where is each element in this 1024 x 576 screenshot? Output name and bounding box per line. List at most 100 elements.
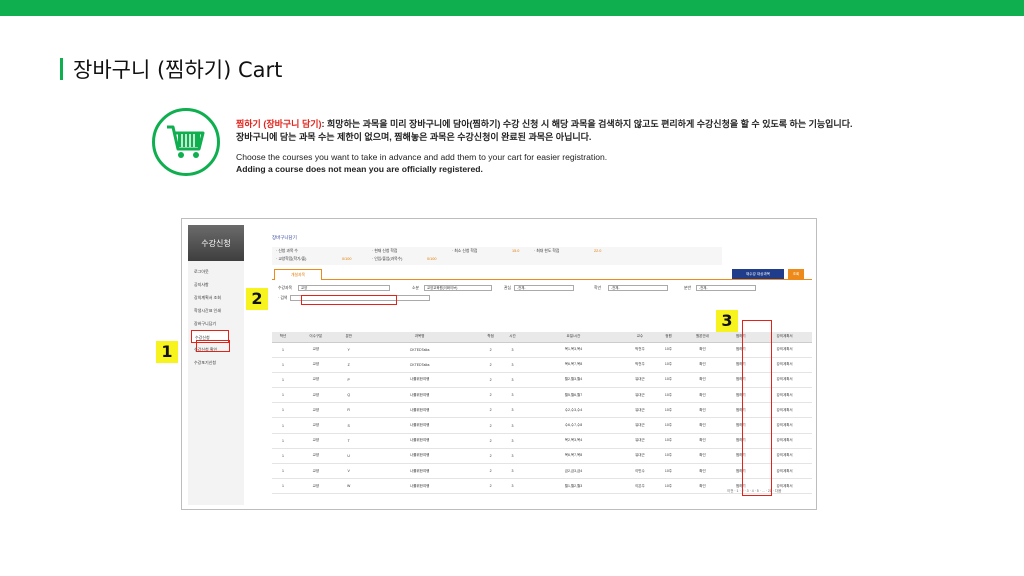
cell-course-name: 나를위한여행 [359, 372, 480, 389]
cell-grade: 1 [272, 448, 294, 465]
col-grade: 학년 [272, 332, 294, 343]
cell-guide-link[interactable]: 확인 [680, 387, 725, 404]
sidebar-item-timetable[interactable]: 학생시간표 인쇄 [188, 304, 244, 317]
cell-capacity: 10주 [656, 433, 681, 449]
description-english: Choose the courses you want to take in a… [236, 151, 996, 175]
cell-credit: 2 [479, 478, 502, 495]
cell-course-name: 나를위한여행 [359, 387, 480, 404]
cell-guide-link[interactable]: 확인 [680, 402, 725, 419]
cell-hours: 3 [501, 417, 524, 434]
tab-bar: 개설과목 재수강 대상과목 조회 [272, 268, 812, 280]
table-row: 1 교양 S 나를위한여행 2 3 수6,수7,수8 유대근 10주 확인 찜하기 강의계획서 [272, 417, 812, 434]
cell-professor: 박천주 [623, 342, 657, 358]
filter-select-interest[interactable]: -전체- [514, 285, 574, 291]
cell-grade: 1 [272, 342, 294, 358]
cell-capacity: 10주 [656, 448, 681, 465]
cell-guide-link[interactable]: 확인 [680, 478, 725, 495]
filter-label-division: 소분 [412, 286, 419, 290]
cell-section: R [337, 402, 360, 419]
cell-schedule: 월1,월2,월3 [523, 478, 624, 495]
cell-section: Z [337, 357, 360, 373]
filter-label-category: 수강과목 [278, 286, 292, 290]
highlight-category-filter [301, 295, 397, 305]
page-title: 장바구니 (찜하기) Cart [73, 58, 283, 82]
description-highlight: 찜하기 (장바구니 담기) [236, 119, 322, 129]
description-line-2: 장바구니에 담는 과목 수는 제한이 없으며, 찜해놓은 과목은 수강신청이 완… [236, 132, 592, 142]
sidebar-item-cart[interactable]: 장바구니담기 [188, 317, 244, 330]
cell-guide-link[interactable]: 확인 [680, 448, 725, 465]
table-header-row: 학년 이수구분 분반 과목명 학점 시간 요일/시간 교수 정원 원본안내 찜하… [272, 332, 812, 343]
filter-select-category[interactable]: 교양 [298, 285, 390, 291]
cell-type: 교양 [293, 372, 338, 389]
sidebar-item-notice[interactable]: 공지사항 [188, 278, 244, 291]
cell-type: 교양 [293, 402, 338, 419]
cell-capacity: 10주 [656, 387, 681, 404]
cell-credit: 2 [479, 433, 502, 449]
cell-guide-link[interactable]: 확인 [680, 433, 725, 449]
cell-credit: 2 [479, 463, 502, 480]
credit-info-box: · 신청 과목 수 · 현재 신청 학점 · 최소 신청 학점 15.0 · 최… [272, 247, 722, 265]
filter-label-section: 분반 [684, 286, 691, 290]
top-accent-bar [0, 0, 1024, 16]
cell-guide-link[interactable]: 확인 [680, 357, 725, 373]
info-value-4: 22.0 [594, 249, 602, 253]
sidebar: 수강신청 로그아웃 공지사항 강의계획서 조회 학생시간표 인쇄 장바구니담기 … [188, 225, 244, 505]
cell-guide-link[interactable]: 확인 [680, 372, 725, 389]
filter-select-division[interactable]: 교양교육원(이화이브) [424, 285, 492, 291]
highlight-registration-menu [196, 340, 230, 352]
tab-open-courses[interactable]: 개설과목 [274, 269, 322, 280]
table-row: 1 교양 P 나를위한여행 2 3 월2,월3,월4 유대근 10주 확인 찜하기 강의계획서 [272, 372, 812, 389]
table-row: 1 교양 V 나를위한여행 2 3 금2,금3,금4 이민수 10주 확인 찜하기 강의계획서 [272, 463, 812, 480]
search-button[interactable]: 조회 [788, 269, 804, 279]
sidebar-item-logout[interactable]: 로그아웃 [188, 265, 244, 278]
cell-hours: 3 [501, 357, 524, 373]
filter-select-grade[interactable]: -전체- [608, 285, 668, 291]
marker-1: 1 [156, 341, 178, 363]
cell-credit: 2 [479, 448, 502, 465]
table-row: 1 교양 Y CKTEDTalks 2 3 목1,목3,목4 박천주 10주 확인 찜하기 강의계획서 [272, 342, 812, 358]
filter-select-section[interactable]: -전체- [696, 285, 756, 291]
cell-type: 교양 [293, 433, 338, 449]
col-hours: 시간 [501, 332, 524, 343]
cell-guide-link[interactable]: 확인 [680, 342, 725, 358]
cell-grade: 1 [272, 372, 294, 389]
cell-capacity: 10주 [656, 357, 681, 373]
info-value-6: 0/100 [427, 257, 437, 261]
sidebar-item-withdraw[interactable]: 수강포기신청 [188, 356, 244, 369]
cell-guide-link[interactable]: 확인 [680, 463, 725, 480]
cell-section: S [337, 417, 360, 434]
page-header: 장바구니 (찜하기) Cart [60, 56, 282, 82]
cell-professor: 유대근 [623, 417, 657, 434]
table-row: 1 교양 R 나를위한여행 2 3 수2,수3,수4 유대근 10주 확인 찜하기 강의계획서 [272, 402, 812, 419]
cell-professor: 유대근 [623, 433, 657, 449]
cell-guide-link[interactable]: 확인 [680, 417, 725, 434]
sidebar-item-syllabus[interactable]: 강의계획서 조회 [188, 291, 244, 304]
retake-courses-button[interactable]: 재수강 대상과목 [732, 269, 784, 279]
cell-professor: 박천주 [623, 357, 657, 373]
cell-hours: 3 [501, 478, 524, 495]
cell-credit: 2 [479, 387, 502, 404]
cell-schedule: 수6,수7,수8 [523, 417, 624, 434]
cell-hours: 3 [501, 433, 524, 449]
cell-schedule: 금2,금3,금4 [523, 463, 624, 480]
cell-type: 교양 [293, 478, 338, 495]
app-screenshot: 수강신청 로그아웃 공지사항 강의계획서 조회 학생시간표 인쇄 장바구니담기 … [181, 218, 817, 510]
shopping-cart-icon [167, 125, 205, 158]
info-value-3: 15.0 [512, 249, 520, 253]
cell-professor: 이은주 [623, 478, 657, 495]
info-label-3: · 최소 신청 학점 [452, 249, 478, 253]
cell-type: 교양 [293, 357, 338, 373]
cell-type: 교양 [293, 417, 338, 434]
cell-credit: 2 [479, 417, 502, 434]
cell-grade: 1 [272, 478, 294, 495]
col-guide: 원본안내 [680, 332, 725, 343]
cell-professor: 유대근 [623, 448, 657, 465]
breadcrumb: 장바구니담기 [272, 235, 297, 240]
description: 찜하기 (장바구니 담기): 희망하는 과목을 미리 장바구니에 담아(찜하기)… [236, 118, 996, 175]
info-label-4: · 최대 한도 학점 [534, 249, 560, 253]
table-body: 1 교양 Y CKTEDTalks 2 3 목1,목3,목4 박천주 10주 확인 찜하기 강의계획서… [272, 342, 812, 495]
description-text: : 희망하는 과목을 미리 장바구니에 담아(찜하기) 수강 신청 시 해당 과… [321, 119, 853, 129]
cell-hours: 3 [501, 342, 524, 358]
cell-section: V [337, 463, 360, 480]
cell-section: P [337, 372, 360, 389]
